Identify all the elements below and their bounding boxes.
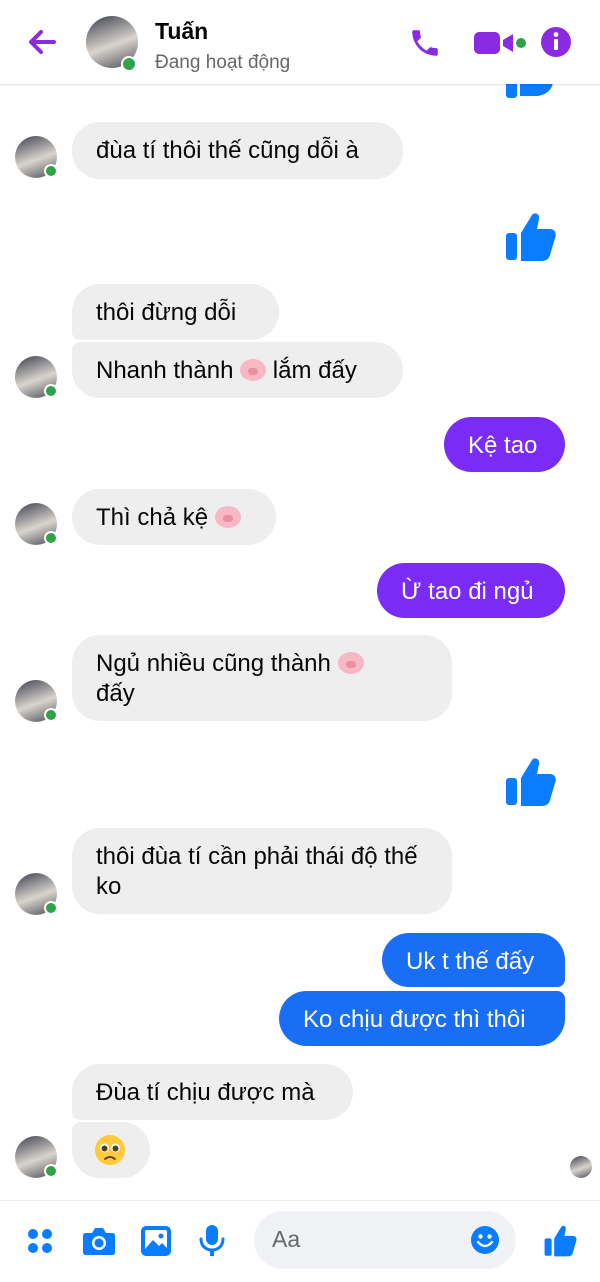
pig-face-emoji bbox=[214, 506, 241, 528]
message-bubble-incoming[interactable]: Nhanh thành lắm đấy bbox=[72, 342, 403, 398]
phone-icon[interactable] bbox=[408, 26, 442, 60]
pleading-face-emoji bbox=[95, 1135, 125, 1165]
online-indicator bbox=[44, 164, 58, 178]
pig-face-emoji bbox=[240, 359, 267, 381]
back-arrow-icon[interactable] bbox=[24, 24, 60, 60]
online-indicator bbox=[44, 708, 58, 722]
message-list[interactable]: đùa tí thôi thế cũng dỗi à thôi đừng dỗi… bbox=[0, 78, 600, 1200]
message-bubble-outgoing[interactable]: Uk t thế đấy bbox=[382, 933, 565, 987]
message-bubble-outgoing[interactable]: Kệ tao bbox=[444, 417, 565, 472]
message-bubble-outgoing[interactable]: Ko chịu được thì thôi bbox=[279, 991, 565, 1046]
image-icon[interactable] bbox=[140, 1225, 172, 1257]
online-indicator bbox=[44, 1164, 58, 1178]
camera-icon[interactable] bbox=[82, 1225, 116, 1257]
message-input[interactable]: Aa bbox=[254, 1211, 516, 1269]
message-text: lắm đấy bbox=[272, 357, 357, 384]
message-bubble-incoming[interactable]: Thì chả kệ bbox=[72, 489, 276, 545]
message-bubble-incoming[interactable] bbox=[72, 1122, 150, 1178]
contact-name[interactable]: Tuấn bbox=[155, 18, 208, 45]
message-text: Ngủ nhiều cũng thành bbox=[96, 650, 331, 677]
like-icon[interactable] bbox=[502, 209, 558, 265]
like-icon[interactable] bbox=[502, 754, 558, 810]
message-input-placeholder: Aa bbox=[272, 1226, 301, 1252]
online-indicator bbox=[44, 384, 58, 398]
message-bubble-incoming[interactable]: thôi đùa tí cần phải thái độ thế ko bbox=[72, 828, 452, 914]
message-text: Nhanh thành bbox=[96, 357, 234, 384]
message-bubble-incoming[interactable]: Ngủ nhiều cũng thành đấy bbox=[72, 635, 452, 721]
like-icon[interactable] bbox=[542, 1223, 578, 1259]
contact-status: Đang hoạt động bbox=[155, 52, 291, 73]
pig-face-emoji bbox=[337, 652, 364, 674]
message-bubble-incoming[interactable]: Đùa tí chịu được mà bbox=[72, 1064, 353, 1120]
emoji-icon[interactable] bbox=[470, 1225, 500, 1255]
online-indicator bbox=[44, 901, 58, 915]
apps-grid-icon[interactable] bbox=[26, 1227, 54, 1255]
message-bubble-incoming[interactable]: thôi đừng dỗi bbox=[72, 284, 279, 340]
message-text: Thì chả kệ bbox=[96, 504, 209, 531]
message-text: đấy bbox=[96, 680, 135, 707]
message-bubble-incoming[interactable]: đùa tí thôi thế cũng dỗi à bbox=[72, 122, 403, 179]
video-camera-icon[interactable] bbox=[472, 30, 528, 56]
info-icon[interactable] bbox=[540, 26, 572, 58]
message-composer: Aa bbox=[0, 1200, 600, 1282]
online-indicator bbox=[121, 56, 137, 72]
chat-header: Tuấn Đang hoạt động bbox=[0, 0, 600, 84]
message-bubble-outgoing[interactable]: Ừ tao đi ngủ bbox=[377, 563, 565, 618]
seen-receipt-avatar bbox=[570, 1156, 592, 1178]
microphone-icon[interactable] bbox=[198, 1223, 226, 1259]
online-indicator bbox=[44, 531, 58, 545]
